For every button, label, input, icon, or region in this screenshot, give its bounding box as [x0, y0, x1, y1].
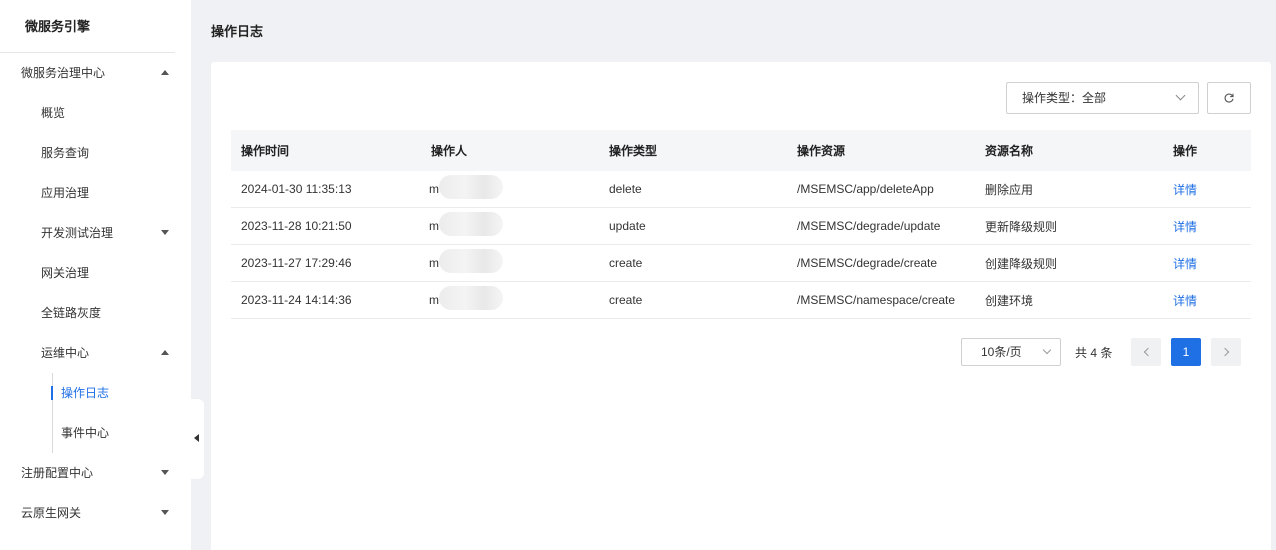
ops-submenu: 操作日志 事件中心 — [0, 373, 191, 453]
prev-page-button[interactable] — [1131, 338, 1161, 366]
cell-time: 2024-01-30 11:35:13 — [241, 182, 352, 196]
cell-resource-name: 更新降级规则 — [985, 219, 1058, 234]
menu-group-cloud-native-gateway[interactable]: 云原生网关 — [0, 493, 191, 533]
sidebar-item-service-query[interactable]: 服务查询 — [0, 133, 191, 173]
total-count: 共 4 条 — [1075, 345, 1113, 360]
cell-resource: /MSEMSC/namespace/create — [797, 293, 956, 307]
operator-text: m — [429, 256, 439, 270]
cell-resource: /MSEMSC/app/deleteApp — [797, 182, 934, 196]
cell-time: 2023-11-24 14:14:36 — [241, 293, 352, 307]
operation-type-value: 操作类型：全部 — [1022, 91, 1107, 105]
operator-text: m — [429, 293, 439, 307]
table-row: 2024-01-30 11:35:13 m delete /MSEMSC/app… — [231, 171, 1251, 208]
sidebar-item-label: 开发测试治理 — [41, 226, 114, 240]
table-row: 2023-11-28 10:21:50 m update /MSEMSC/deg… — [231, 208, 1251, 245]
redacted-blur — [439, 175, 503, 199]
sidebar-item-full-link-gray[interactable]: 全链路灰度 — [0, 293, 191, 333]
collapse-left-icon — [194, 434, 199, 442]
cell-operator: m — [421, 286, 609, 310]
cell-time: 2023-11-27 17:29:46 — [241, 256, 352, 270]
cell-resource: /MSEMSC/degrade/update — [797, 219, 941, 233]
page-size-value: 10条/页 — [981, 345, 1022, 359]
table-row: 2023-11-27 17:29:46 m create /MSEMSC/deg… — [231, 245, 1251, 282]
cell-type: delete — [609, 182, 642, 196]
caret-up-icon — [161, 350, 169, 355]
sidebar-item-app-governance[interactable]: 应用治理 — [0, 173, 191, 213]
caret-down-icon — [161, 230, 169, 235]
chevron-down-icon — [1042, 345, 1052, 355]
operation-type-select[interactable]: 操作类型：全部 — [1006, 82, 1199, 114]
menu-group-registry-config[interactable]: 注册配置中心 — [0, 453, 191, 493]
caret-down-icon — [161, 470, 169, 475]
operation-log-table: 操作时间 操作人 操作类型 操作资源 资源名称 操作 2024-01-30 11… — [231, 130, 1251, 319]
caret-up-icon — [161, 70, 169, 75]
sidebar-item-label: 全链路灰度 — [41, 306, 102, 320]
chevron-down-icon — [1175, 90, 1186, 101]
chevron-right-icon — [1220, 347, 1229, 357]
header-time: 操作时间 — [241, 144, 290, 158]
operator-text: m — [429, 182, 439, 196]
brand-title: 微服务引擎 — [0, 0, 175, 53]
content-card: 操作类型：全部 操作时间 操作人 操作类型 操作资源 资源名称 操作 2024-… — [211, 62, 1271, 550]
header-action: 操作 — [1173, 144, 1198, 158]
sidebar-item-dev-test-governance[interactable]: 开发测试治理 — [0, 213, 191, 253]
cell-operator: m — [421, 175, 609, 199]
cell-operator: m — [421, 212, 609, 236]
page-number-current[interactable]: 1 — [1171, 338, 1201, 366]
caret-down-icon — [161, 510, 169, 515]
sidebar-item-label: 网关治理 — [41, 266, 90, 280]
menu-group-label: 云原生网关 — [21, 506, 82, 520]
sidebar-item-label: 事件中心 — [61, 426, 110, 440]
sidebar-item-label: 运维中心 — [41, 346, 90, 360]
table-header: 操作时间 操作人 操作类型 操作资源 资源名称 操作 — [231, 130, 1251, 171]
cell-resource-name: 创建环境 — [985, 293, 1034, 308]
table-row: 2023-11-24 14:14:36 m create /MSEMSC/nam… — [231, 282, 1251, 319]
details-link[interactable]: 详情 — [1173, 294, 1197, 308]
redacted-blur — [439, 286, 503, 310]
refresh-button[interactable] — [1207, 82, 1251, 114]
sidebar-item-label: 概览 — [41, 106, 66, 120]
sidebar-item-ops-center[interactable]: 运维中心 — [0, 333, 191, 373]
sidebar-item-label: 应用治理 — [41, 186, 90, 200]
cell-type: create — [609, 256, 643, 270]
sidebar-item-event-center[interactable]: 事件中心 — [0, 413, 191, 453]
sidebar-collapse-toggle[interactable] — [191, 399, 204, 479]
cell-resource-name: 删除应用 — [985, 182, 1034, 197]
sidebar-item-overview[interactable]: 概览 — [0, 93, 191, 133]
cell-time: 2023-11-28 10:21:50 — [241, 219, 352, 233]
operator-text: m — [429, 219, 439, 233]
cell-resource: /MSEMSC/degrade/create — [797, 256, 938, 270]
next-page-button[interactable] — [1211, 338, 1241, 366]
header-operator: 操作人 — [431, 144, 468, 158]
menu-group-label: 注册配置中心 — [21, 466, 94, 480]
pagination: 10条/页 共 4 条 1 — [961, 338, 1241, 366]
details-link[interactable]: 详情 — [1173, 257, 1197, 271]
menu-group-governance[interactable]: 微服务治理中心 — [0, 53, 191, 93]
cell-type: update — [609, 219, 646, 233]
header-resource-name: 资源名称 — [985, 144, 1034, 158]
details-link[interactable]: 详情 — [1173, 220, 1197, 234]
redacted-blur — [439, 212, 503, 236]
menu-group-label: 微服务治理中心 — [21, 66, 106, 80]
cell-resource-name: 创建降级规则 — [985, 256, 1058, 271]
sidebar-item-gateway-governance[interactable]: 网关治理 — [0, 253, 191, 293]
sidebar: 微服务引擎 微服务治理中心 概览 服务查询 应用治理 开发测试治理 网关治理 全… — [0, 0, 191, 550]
page-size-select[interactable]: 10条/页 — [961, 338, 1061, 366]
cell-type: create — [609, 293, 643, 307]
cell-operator: m — [421, 249, 609, 273]
chevron-left-icon — [1143, 347, 1152, 357]
sidebar-item-label: 操作日志 — [61, 386, 110, 400]
redacted-blur — [439, 249, 503, 273]
refresh-icon — [1224, 93, 1234, 103]
page-title: 操作日志 — [211, 24, 264, 39]
sidebar-item-label: 服务查询 — [41, 146, 90, 160]
header-resource: 操作资源 — [797, 144, 846, 158]
header-type: 操作类型 — [609, 144, 658, 158]
details-link[interactable]: 详情 — [1173, 183, 1197, 197]
sidebar-item-operation-log[interactable]: 操作日志 — [0, 373, 191, 413]
